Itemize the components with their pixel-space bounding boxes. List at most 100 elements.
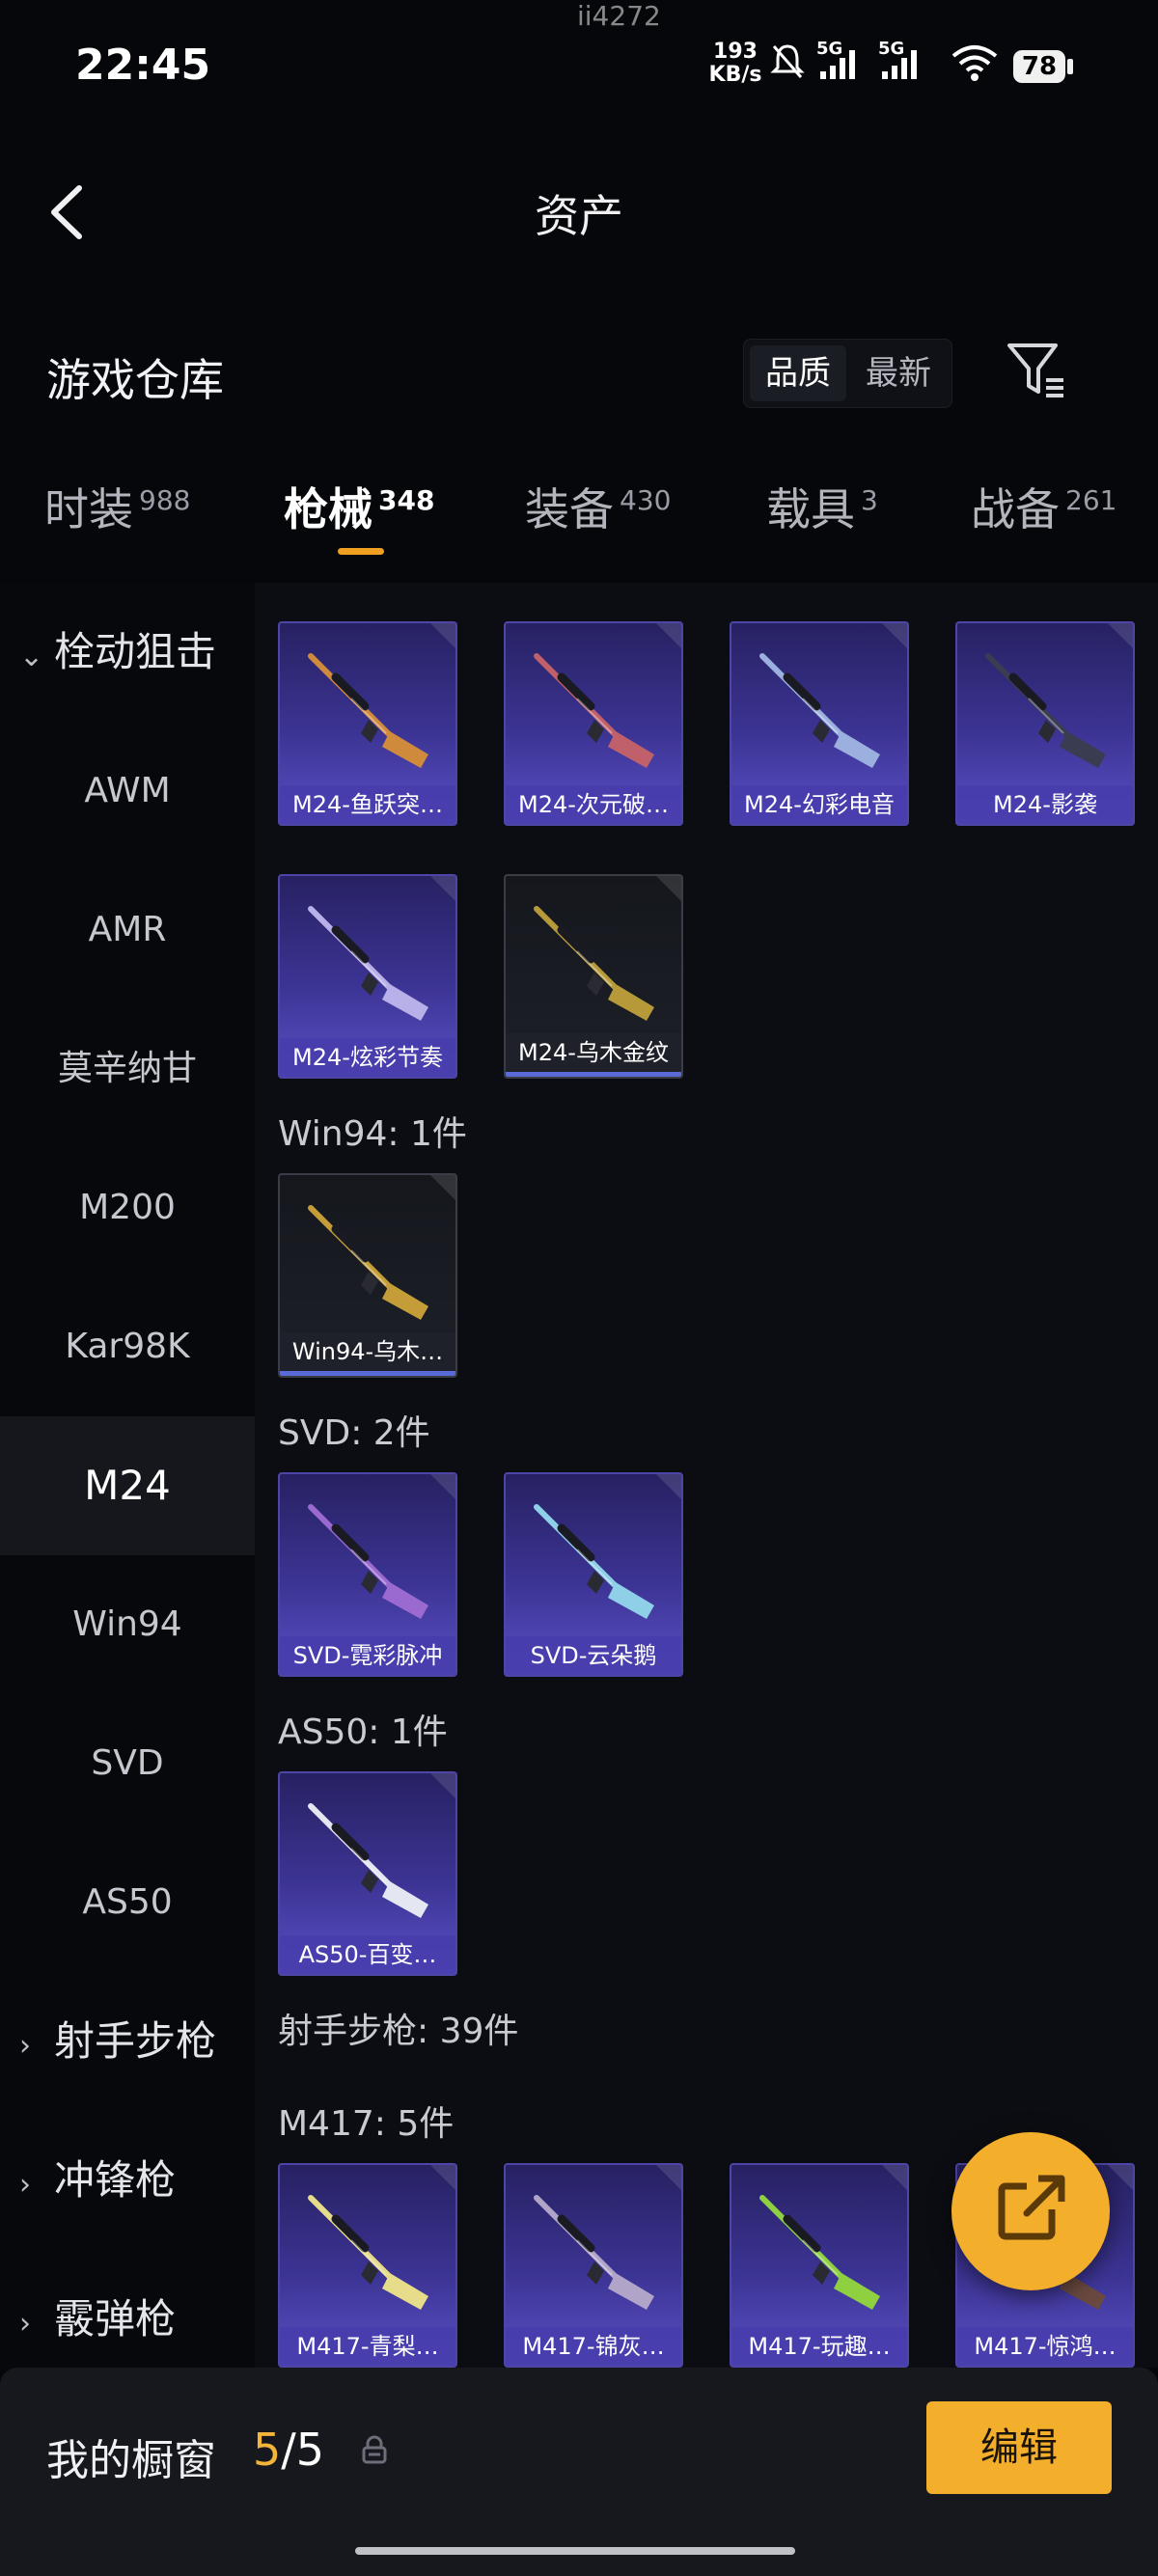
- weapon-card-label: M417-锦灰…: [506, 2327, 681, 2366]
- sidebar-item-svd[interactable]: SVD: [0, 1694, 255, 1833]
- tab-count: 430: [620, 483, 672, 516]
- sidebar-item-m24[interactable]: M24: [0, 1416, 255, 1555]
- weapon-card-label: SVD-云朵鹅: [506, 1636, 681, 1675]
- weapon-card[interactable]: SVD-云朵鹅: [504, 1472, 683, 1677]
- weapon-card[interactable]: AS50-百变…: [278, 1771, 457, 1976]
- weapon-card-label: M24-次元破…: [506, 785, 681, 824]
- sidebar-group-label: 冲锋枪: [54, 2156, 177, 2204]
- section-title-as50: AS50: 1件: [278, 1713, 448, 1752]
- showcase-total: 5: [295, 2424, 325, 2476]
- tab-count: 261: [1065, 483, 1117, 516]
- section-title-win94: Win94: 1件: [278, 1114, 467, 1154]
- section-title-svd: SVD: 2件: [278, 1413, 430, 1453]
- weapon-card[interactable]: M24-乌木金纹: [504, 874, 683, 1079]
- weapon-card-label: M417-青梨…: [280, 2327, 455, 2366]
- sidebar-item-m200[interactable]: M200: [0, 1138, 255, 1277]
- rifle-icon: [759, 2195, 880, 2310]
- weapon-card-label: AS50-百变…: [280, 1935, 455, 1974]
- tab-label: 时装: [44, 483, 133, 535]
- sort-toggle: 品质 最新: [743, 339, 952, 408]
- sidebar-item-awm[interactable]: AWM: [0, 722, 255, 861]
- rifle-icon: [534, 1504, 654, 1619]
- weapon-card[interactable]: SVD-霓彩脉冲: [278, 1472, 457, 1677]
- weapon-card[interactable]: M24-影袭: [955, 621, 1135, 826]
- tab-count: 3: [861, 483, 878, 516]
- filter-icon[interactable]: [1004, 338, 1069, 403]
- network-speed: 193 KB/s: [706, 41, 764, 87]
- weapon-card[interactable]: M24-幻彩电音: [730, 621, 909, 826]
- weapon-card-label: M24-鱼跃突…: [280, 785, 455, 824]
- notch-text: ii4272: [577, 0, 661, 32]
- sidebar-item-amr[interactable]: AMR: [0, 861, 255, 1000]
- weapon-card-label: M24-影袭: [957, 785, 1133, 824]
- weapon-card[interactable]: M24-鱼跃突…: [278, 621, 457, 826]
- network-speed-unit: KB/s: [708, 63, 762, 87]
- tab-fashion[interactable]: 时装 988: [44, 475, 190, 542]
- tab-equipment[interactable]: 装备 430: [525, 475, 671, 542]
- section-title-dmr: 射手步枪: 39件: [278, 2012, 519, 2051]
- tab-count: 988: [139, 483, 191, 516]
- weapon-card[interactable]: M417-锦灰…: [504, 2163, 683, 2368]
- weapon-card-label: M24-乌木金纹: [506, 1033, 681, 1077]
- rifle-icon: [534, 906, 654, 1021]
- weapon-card-label: Win94-乌木…: [280, 1332, 455, 1376]
- share-button[interactable]: [951, 2132, 1110, 2290]
- weapon-card[interactable]: Win94-乌木…: [278, 1173, 457, 1378]
- tab-label: 装备: [525, 483, 614, 535]
- battery-tip: [1067, 59, 1073, 74]
- home-indicator[interactable]: [355, 2547, 795, 2555]
- rifle-icon: [759, 653, 880, 768]
- sidebar-item-kar98k[interactable]: Kar98K: [0, 1277, 255, 1416]
- weapon-card[interactable]: M417-玩趣…: [730, 2163, 909, 2368]
- clock: 22:45: [75, 41, 211, 90]
- tab-label: 载具: [766, 483, 855, 535]
- weapon-card[interactable]: M24-炫彩节奏: [278, 874, 457, 1079]
- weapon-sidebar: ⌄ 栓动狙击 AWM AMR 莫辛纳甘 M200 Kar98K M24 Win94…: [0, 583, 255, 2368]
- sidebar-item-mosin[interactable]: 莫辛纳甘: [0, 1000, 255, 1138]
- sidebar-item-as50[interactable]: AS50: [0, 1833, 255, 1972]
- rifle-icon: [308, 2195, 428, 2310]
- showcase-separator: /: [281, 2424, 296, 2476]
- rifle-icon: [308, 1504, 428, 1619]
- chevron-right-icon: ›: [19, 2029, 31, 2063]
- weapon-card-label: M417-玩趣…: [731, 2327, 907, 2366]
- chevron-down-icon: ⌄: [19, 640, 44, 673]
- sidebar-group-label: 射手步枪: [54, 2017, 217, 2065]
- sidebar-group-dmr[interactable]: › 射手步枪: [19, 1972, 216, 2111]
- section-title-m417: M417: 5件: [278, 2104, 455, 2144]
- battery-indicator: 78: [1013, 50, 1065, 83]
- mute-bell-icon: [770, 44, 805, 78]
- warehouse-title: 游戏仓库: [46, 354, 224, 406]
- page-title: 资产: [535, 190, 623, 242]
- rifle-icon: [985, 653, 1106, 768]
- sidebar-group-bolt-sniper[interactable]: ⌄ 栓动狙击: [19, 583, 216, 722]
- sidebar-group-label: 霰弹枪: [54, 2295, 177, 2343]
- tab-label: 枪械: [284, 483, 372, 535]
- sidebar-group-smg[interactable]: › 冲锋枪: [19, 2111, 176, 2250]
- status-bar: ii4272 22:45 193 KB/s 5G 5G 78: [0, 0, 1158, 125]
- showcase-count: 5/5: [253, 2424, 324, 2476]
- rifle-icon: [308, 906, 428, 1021]
- sort-by-quality-button[interactable]: 品质: [750, 345, 846, 401]
- weapon-card-label: SVD-霓彩脉冲: [280, 1636, 455, 1675]
- rifle-icon: [308, 1803, 428, 1918]
- weapon-card[interactable]: M24-次元破…: [504, 621, 683, 826]
- weapon-card[interactable]: M417-青梨…: [278, 2163, 457, 2368]
- rifle-icon: [534, 2195, 654, 2310]
- tab-label: 战备: [971, 483, 1060, 535]
- network-speed-value: 193: [713, 40, 758, 64]
- tab-weapons[interactable]: 枪械 348: [284, 475, 434, 542]
- weapon-card-label: M417-惊鸿…: [957, 2327, 1133, 2366]
- sidebar-item-win94[interactable]: Win94: [0, 1555, 255, 1694]
- tab-count: 348: [378, 483, 435, 516]
- showcase-current: 5: [253, 2424, 282, 2476]
- rifle-icon: [534, 653, 654, 768]
- wifi-icon: [951, 45, 998, 81]
- sidebar-group-label: 栓动狙击: [54, 628, 217, 675]
- lock-icon: [362, 2435, 387, 2464]
- tab-battle-gear[interactable]: 战备 261: [971, 475, 1117, 542]
- sort-by-newest-button[interactable]: 最新: [850, 345, 947, 401]
- tab-vehicles[interactable]: 载具 3: [766, 475, 878, 542]
- weapon-card-label: M24-炫彩节奏: [280, 1038, 455, 1077]
- edit-button[interactable]: 编辑: [926, 2401, 1112, 2494]
